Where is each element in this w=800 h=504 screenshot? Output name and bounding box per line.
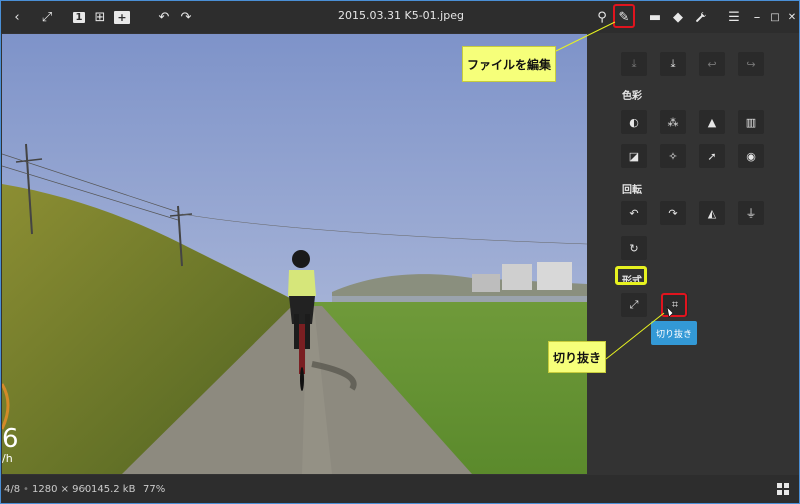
grid-glyph [777, 483, 789, 495]
status-bar: 4/8 • 1280 × 960 • 145.2 kB 77% [1, 475, 799, 503]
viewer-window: ‹ ⤢ 1 ⊞ + ↶ ↷ 2015.03.31 K5-01.jpeg ⚲ ✎ … [0, 0, 800, 504]
mouse-cursor-icon [666, 305, 674, 318]
callout-crop: 切り抜き [548, 341, 606, 373]
status-filesize: 145.2 kB [91, 484, 136, 495]
status-separator: • [81, 484, 87, 495]
callout-lines [555, 21, 674, 360]
thumbnail-grid-icon[interactable] [775, 481, 791, 497]
callout-edit-file: ファイルを編集 [462, 46, 556, 82]
status-index: 4/8 [4, 484, 21, 495]
status-zoom: 77% [143, 484, 166, 495]
status-separator: • [23, 484, 29, 495]
